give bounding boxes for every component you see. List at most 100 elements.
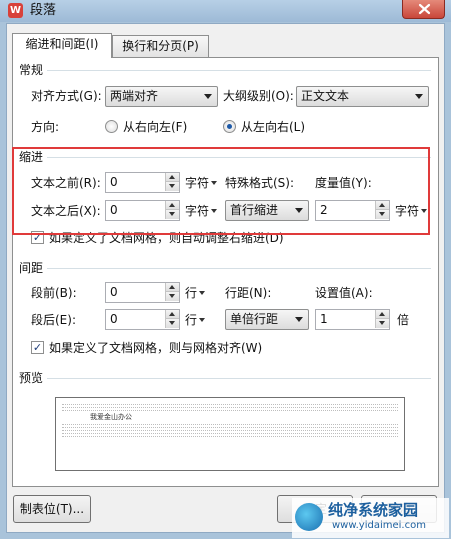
close-icon <box>418 3 431 15</box>
space-after-value: 0 <box>110 312 118 326</box>
alignment-value: 两端对齐 <box>110 89 159 103</box>
alignment-label: 对齐方式(G): <box>31 89 102 103</box>
chevron-down-icon <box>204 94 212 99</box>
special-format-select[interactable]: 首行缩进 <box>225 200 309 221</box>
spin-down-button[interactable] <box>165 210 179 219</box>
special-format-label: 特殊格式(S): <box>225 176 295 190</box>
space-before-value: 0 <box>110 285 118 299</box>
spacing-grid-checkbox[interactable]: ✓ <box>31 341 44 354</box>
spin-up-button[interactable] <box>375 201 389 210</box>
measure-value: 2 <box>320 203 328 217</box>
space-after-input[interactable]: 0 <box>105 309 180 330</box>
app-icon: W <box>8 3 23 18</box>
arrow-down-icon <box>169 294 175 298</box>
setting-value: 1 <box>320 312 328 326</box>
arrow-up-icon <box>379 203 385 207</box>
indent-before-input[interactable]: 0 <box>105 172 180 193</box>
line-spacing-label: 行距(N): <box>225 286 272 300</box>
space-after-label: 段后(E): <box>31 313 76 327</box>
caret-down-icon <box>211 209 218 213</box>
spin-down-button[interactable] <box>165 319 179 328</box>
indent-before-value: 0 <box>110 175 118 189</box>
alignment-select[interactable]: 两端对齐 <box>105 86 218 107</box>
arrow-up-icon <box>169 203 175 207</box>
arrow-up-icon <box>169 285 175 289</box>
dialog-client-area: 缩进和间距(I) 换行和分页(P) 常规 对齐方式(G): 两端对齐 大纲级别(… <box>6 23 445 533</box>
group-title-indent: 缩进 <box>19 150 48 164</box>
spin-up-button[interactable] <box>165 173 179 182</box>
watermark-logo-icon <box>295 503 323 531</box>
outline-level-select[interactable]: 正文文本 <box>296 86 429 107</box>
caret-down-icon <box>421 209 428 213</box>
close-button[interactable] <box>402 0 445 19</box>
group-title-spacing: 间距 <box>19 261 48 275</box>
ltr-label: 从左向右(L) <box>241 120 306 134</box>
special-format-value: 首行缩进 <box>230 203 279 217</box>
spin-down-button[interactable] <box>375 319 389 328</box>
spin-down-button[interactable] <box>165 182 179 191</box>
spin-up-button[interactable] <box>165 201 179 210</box>
indent-before-label: 文本之前(R): <box>31 176 101 190</box>
tab-indent-spacing[interactable]: 缩进和间距(I) <box>12 33 112 58</box>
spin-up-button[interactable] <box>165 310 179 319</box>
caret-down-icon <box>199 291 206 295</box>
space-after-unit[interactable]: 行 <box>185 312 206 328</box>
caret-down-icon <box>211 181 218 185</box>
space-before-unit[interactable]: 行 <box>185 285 206 301</box>
tabs-button[interactable]: 制表位(T)... <box>13 495 91 523</box>
caret-down-icon <box>199 318 206 322</box>
line-spacing-select[interactable]: 单倍行距 <box>225 309 309 330</box>
measure-label: 度量值(Y): <box>315 176 372 190</box>
setting-input[interactable]: 1 <box>315 309 390 330</box>
setting-label: 设置值(A): <box>315 286 373 300</box>
title-bar: W 段落 <box>0 0 451 22</box>
chevron-down-icon <box>295 317 303 322</box>
arrow-up-icon <box>379 312 385 316</box>
preview-pane: 我爱金山办公 <box>55 397 405 471</box>
arrow-up-icon <box>169 312 175 316</box>
spin-up-button[interactable] <box>375 310 389 319</box>
preview-lines-before <box>62 402 398 411</box>
measure-input[interactable]: 2 <box>315 200 390 221</box>
radio-selected-dot <box>227 124 232 129</box>
arrow-up-icon <box>169 175 175 179</box>
preview-lines-after <box>62 422 398 437</box>
space-before-label: 段前(B): <box>31 286 77 300</box>
spin-down-button[interactable] <box>375 210 389 219</box>
spacing-grid-label: 如果定义了文档网格，则与网格对齐(W) <box>49 341 263 355</box>
group-title-general: 常规 <box>19 63 48 77</box>
spin-down-button[interactable] <box>165 292 179 301</box>
tab-line-page-breaks[interactable]: 换行和分页(P) <box>112 35 209 57</box>
line-spacing-value: 单倍行距 <box>230 312 279 326</box>
indent-after-input[interactable]: 0 <box>105 200 180 221</box>
indent-after-value: 0 <box>110 203 118 217</box>
window-title: 段落 <box>30 3 57 18</box>
indent-after-label: 文本之后(X): <box>31 204 101 218</box>
arrow-down-icon <box>169 212 175 216</box>
group-divider-preview <box>19 378 431 379</box>
indent-grid-checkbox[interactable]: ✓ <box>31 231 44 244</box>
indent-after-unit[interactable]: 字符 <box>185 203 218 219</box>
chevron-down-icon <box>295 208 303 213</box>
arrow-down-icon <box>379 212 385 216</box>
group-title-preview: 预览 <box>19 371 48 385</box>
chevron-down-icon <box>415 94 423 99</box>
direction-label: 方向: <box>31 120 60 134</box>
arrow-down-icon <box>169 321 175 325</box>
watermark-text: 纯净系统家园 <box>328 501 419 519</box>
space-before-input[interactable]: 0 <box>105 282 180 303</box>
group-divider-spacing <box>19 268 431 269</box>
outline-level-value: 正文文本 <box>301 89 350 103</box>
rtl-label: 从右向左(F) <box>123 120 188 134</box>
spin-up-button[interactable] <box>165 283 179 292</box>
setting-unit: 倍 <box>397 313 410 327</box>
measure-unit[interactable]: 字符 <box>395 203 428 219</box>
group-divider-indent <box>19 157 431 158</box>
indent-before-unit[interactable]: 字符 <box>185 175 218 191</box>
indent-grid-label: 如果定义了文档网格，则自动调整右缩进(D) <box>49 231 284 245</box>
arrow-down-icon <box>169 184 175 188</box>
ltr-radio[interactable] <box>223 120 236 133</box>
watermark: 纯净系统家园 www.yidaimei.com <box>292 498 449 538</box>
rtl-radio[interactable] <box>105 120 118 133</box>
preview-sample-text: 我爱金山办公 <box>90 413 132 421</box>
